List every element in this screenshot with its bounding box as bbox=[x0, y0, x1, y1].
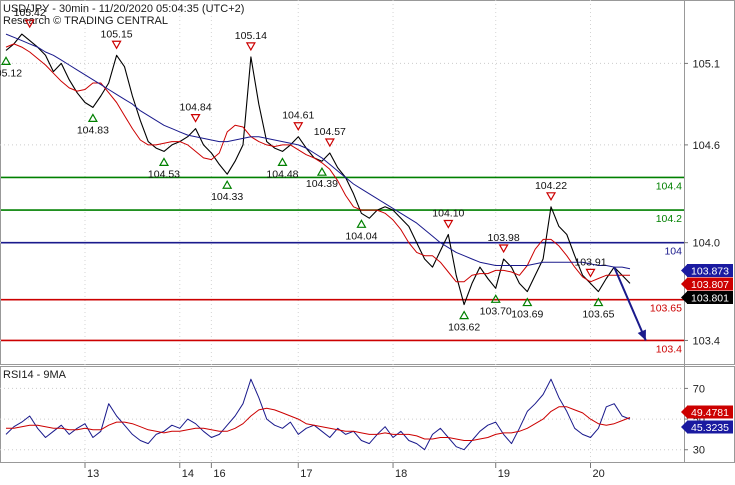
pivot-high-label: 105.15 bbox=[101, 28, 133, 40]
time-axis-tick-label: 16 bbox=[213, 468, 225, 480]
pivot-low-label: 103.70 bbox=[480, 305, 512, 317]
pivot-high-label: 103.98 bbox=[488, 232, 520, 244]
pivot-low-label: 103.65 bbox=[582, 309, 614, 321]
price-axis-tick-label: 105.1 bbox=[692, 58, 720, 70]
level-label: 104 bbox=[664, 246, 682, 258]
pivot-high-label: 105.42 bbox=[14, 7, 46, 19]
level-label: 103.65 bbox=[650, 303, 682, 315]
chart-canvas[interactable]: USD/JPY - 30min - 11/20/2020 05:04:35 (U… bbox=[0, 0, 735, 480]
pivot-high-label: 105.14 bbox=[235, 30, 267, 42]
time-axis-tick-label: 17 bbox=[300, 468, 312, 480]
pivot-low-label: 105.12 bbox=[0, 67, 22, 79]
time-axis-tick-label: 18 bbox=[395, 468, 407, 480]
rsi-axis-tick-label: 70 bbox=[693, 383, 705, 395]
price-panel-frame bbox=[0, 0, 735, 365]
level-label: 104.2 bbox=[656, 213, 682, 225]
rsi-value-tag-text: 49.4781 bbox=[691, 407, 729, 419]
level-label: 104.4 bbox=[656, 180, 682, 192]
pivot-high-label: 104.61 bbox=[282, 110, 314, 122]
time-axis: 13 14 16 17 18 19 20 bbox=[84, 463, 605, 480]
pivot-low-label: 104.33 bbox=[211, 191, 243, 203]
pivot-high-label: 104.84 bbox=[180, 102, 212, 114]
time-axis-tick-label: 13 bbox=[87, 468, 99, 480]
time-axis-tick-label: 14 bbox=[182, 468, 194, 480]
price-axis-tick-label: 103.4 bbox=[692, 335, 720, 347]
pivot-low-label: 104.39 bbox=[306, 178, 338, 190]
last-price-tag-text: 103.807 bbox=[691, 279, 729, 291]
pivot-high-label: 104.10 bbox=[432, 208, 464, 220]
time-axis-tick-label: 19 bbox=[498, 468, 510, 480]
pivot-low-label: 104.48 bbox=[266, 168, 298, 180]
last-price-tag-text: 103.873 bbox=[691, 266, 729, 278]
pivot-high-label: 104.57 bbox=[314, 126, 346, 138]
rsi-value-tag-text: 45.3235 bbox=[691, 422, 729, 434]
pivot-high-label: 104.22 bbox=[535, 180, 567, 192]
pivot-low-label: 103.62 bbox=[448, 322, 480, 334]
price-axis-tick-label: 104.6 bbox=[692, 140, 720, 152]
last-price-tag-text: 103.801 bbox=[691, 293, 729, 305]
rsi-axis-tick-label: 30 bbox=[693, 445, 705, 457]
price-axis-tick-label: 104.0 bbox=[692, 238, 720, 250]
level-label: 103.4 bbox=[656, 343, 682, 355]
time-axis-tick-label: 20 bbox=[593, 468, 605, 480]
pivot-low-label: 104.83 bbox=[77, 124, 109, 136]
pivot-low-label: 104.04 bbox=[345, 230, 377, 242]
pivot-low-label: 103.69 bbox=[511, 309, 543, 321]
pivot-high-label: 103.91 bbox=[574, 256, 606, 268]
pivot-low-label: 104.53 bbox=[148, 168, 180, 180]
chart-window: USD/JPY - 30min - 11/20/2020 05:04:35 (U… bbox=[0, 0, 735, 480]
rsi-panel-frame bbox=[0, 366, 735, 463]
rsi-title: RSI14 - 9MA bbox=[3, 369, 67, 381]
